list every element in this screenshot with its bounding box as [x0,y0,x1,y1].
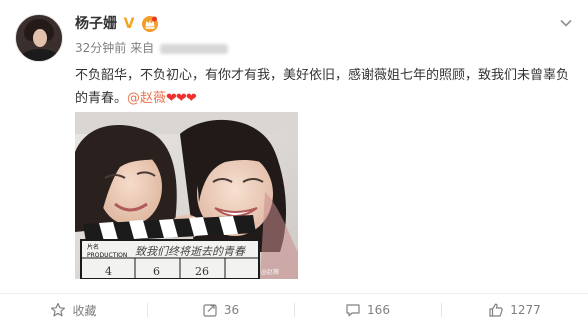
like-button[interactable]: 1277 [441,294,588,326]
photo-watermark: @赵薇 [261,268,279,276]
mention-link[interactable]: @赵薇 [127,91,166,106]
post-text: 不负韶华，不负初心，有你才有我，美好依旧，感谢薇姐七年的照顾，致我们未曾辜负的青… [75,64,575,110]
clapper-line1: 片名 [87,243,99,251]
avatar-shoulder [20,49,60,61]
avatar[interactable] [15,14,63,62]
member-crown-icon[interactable] [141,15,159,33]
source-blurred [159,43,228,54]
repost-count: 36 [223,303,240,317]
username[interactable]: 杨子姗 [75,15,117,33]
action-bar: 收藏 36 166 1277 [0,293,588,326]
verified-icon: V [123,16,135,32]
clapper-line2: PRODUCTION [87,252,127,259]
comment-button[interactable]: 166 [294,294,441,326]
avatar-face [33,29,47,47]
repost-icon [203,304,217,317]
chevron-down-icon[interactable] [559,16,573,30]
like-icon [489,303,503,317]
favorite-button[interactable]: 收藏 [0,294,147,326]
source-prefix: 来自 [130,41,155,55]
repost-button[interactable]: 36 [147,294,294,326]
post-time[interactable]: 32分钟前 [75,41,126,55]
favorite-label: 收藏 [72,303,97,318]
clapper-handwriting: 致我们终将逝去的青春 [135,245,246,258]
post-meta: 32分钟前 来自 [75,41,228,55]
like-count: 1277 [510,303,541,317]
clapper-number-3: 26 [195,265,209,278]
comment-count: 166 [367,303,390,317]
clapper-number-1: 4 [105,265,112,278]
clapper-number-2: 6 [153,265,160,278]
comment-icon [346,304,360,317]
post-photo[interactable]: 片名 PRODUCTION 致我们终将逝去的青春 4 6 26 @赵薇 [75,112,298,279]
hearts-emoji: ❤❤❤ [166,91,197,106]
star-icon [51,302,66,317]
